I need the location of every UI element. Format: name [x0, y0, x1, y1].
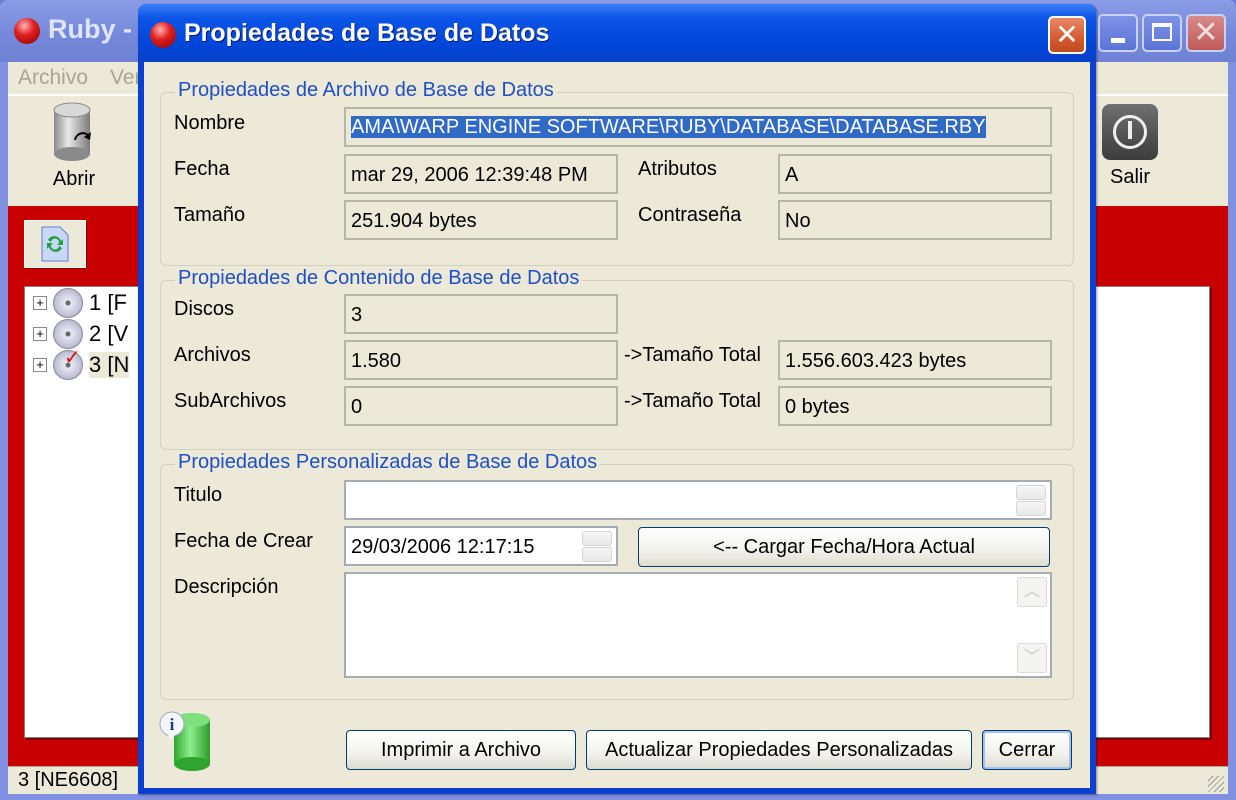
svg-text:i: i [170, 715, 175, 734]
load-current-datetime-button[interactable]: <-- Cargar Fecha/Hora Actual [638, 527, 1050, 567]
subfiles-label: SubArchivos [174, 390, 287, 412]
update-custom-properties-button[interactable]: Actualizar Propiedades Personalizadas [586, 730, 972, 770]
maximize-button[interactable] [1142, 14, 1182, 52]
status-text: 3 [NE6608] [18, 769, 119, 791]
date-field: mar 29, 2006 12:39:48 PM [344, 154, 618, 194]
date-spin-up[interactable] [582, 531, 612, 546]
dialog-titlebar[interactable]: Propiedades de Base de Datos ✕ [138, 4, 1096, 62]
created-date-label: Fecha de Crear [174, 530, 313, 552]
expand-icon[interactable]: + [33, 296, 47, 310]
password-label: Contraseña [638, 204, 742, 226]
name-value: AMA\WARP ENGINE SOFTWARE\RUBY\DATABASE\D… [351, 116, 986, 138]
files-field: 1.580 [344, 340, 618, 380]
dialog-body: Propiedades de Archivo de Base de Datos … [144, 62, 1090, 788]
subfiles-total-size-field: 0 bytes [778, 386, 1052, 426]
file-properties-title: Propiedades de Archivo de Base de Datos [175, 79, 557, 102]
menu-archivo[interactable]: Archivo [18, 66, 88, 90]
title-spin-up[interactable] [1016, 485, 1046, 500]
description-scrollbar[interactable]: ︿ ﹀ [1017, 577, 1047, 673]
attributes-label: Atributos [638, 158, 717, 180]
discs-label: Discos [174, 298, 235, 320]
title-spin-down[interactable] [1016, 501, 1046, 516]
app-logo-icon [14, 18, 40, 44]
exit-button[interactable]: Salir [1100, 104, 1160, 189]
disc-icon [53, 288, 83, 318]
dialog-app-icon [150, 22, 176, 48]
attributes-field: A [778, 154, 1052, 194]
password-field: No [778, 200, 1052, 240]
title-input[interactable] [344, 480, 1052, 520]
disc-checked-icon: ✓ [53, 345, 83, 380]
scroll-up-icon[interactable]: ︿ [1017, 577, 1047, 607]
open-label: Abrir [52, 168, 96, 190]
files-total-size-field: 1.556.603.423 bytes [778, 340, 1052, 380]
open-button[interactable]: Abrir [44, 102, 104, 191]
title-label: Titulo [174, 484, 223, 506]
refresh-document-icon [41, 226, 69, 262]
date-label: Fecha [174, 158, 230, 180]
expand-icon[interactable]: + [33, 327, 47, 341]
name-field[interactable]: AMA\WARP ENGINE SOFTWARE\RUBY\DATABASE\D… [344, 107, 1052, 147]
size-field: 251.904 bytes [344, 200, 618, 240]
discs-field: 3 [344, 294, 618, 334]
expand-icon[interactable]: + [33, 358, 47, 372]
date-spin-down[interactable] [582, 547, 612, 562]
scroll-down-icon[interactable]: ﹀ [1017, 643, 1047, 673]
size-label: Tamaño [174, 204, 246, 226]
created-date-value: 29/03/2006 12:17:15 [351, 536, 535, 558]
database-open-icon [53, 102, 91, 161]
print-to-file-button[interactable]: Imprimir a Archivo [346, 730, 576, 770]
custom-properties-title: Propiedades Personalizadas de Base de Da… [175, 451, 601, 474]
close-button[interactable]: Cerrar [982, 730, 1072, 770]
minimize-button[interactable] [1098, 14, 1138, 52]
subfiles-total-size-label: ->Tamaño Total [624, 390, 761, 412]
tree-item-selected[interactable]: + ✓ 3 [N [33, 345, 130, 381]
dialog-title: Propiedades de Base de Datos [184, 19, 550, 47]
tree-item-label: 1 [F [89, 290, 127, 315]
description-label: Descripción [174, 576, 279, 598]
database-info-icon: i [159, 711, 210, 771]
main-window-title: Ruby - [48, 14, 132, 44]
description-textarea[interactable]: ︿ ﹀ [344, 572, 1052, 678]
exit-label: Salir [1109, 166, 1150, 188]
close-icon: ✕ [1055, 18, 1079, 51]
dialog-close-button[interactable]: ✕ [1048, 16, 1086, 54]
menu-ver[interactable]: Ver [110, 66, 142, 90]
tree-item-label: 2 [V [89, 321, 129, 346]
close-icon: ✕ [1193, 15, 1219, 50]
power-icon [1102, 104, 1158, 160]
tree-item[interactable]: + 1 [F [33, 287, 127, 319]
files-label: Archivos [174, 344, 251, 366]
tree-item-label: 3 [N [89, 352, 130, 378]
name-label: Nombre [174, 112, 246, 134]
subfiles-field: 0 [344, 386, 618, 426]
resize-grip[interactable] [1208, 776, 1224, 792]
minimize-icon [1111, 38, 1125, 43]
created-date-picker[interactable]: 29/03/2006 12:17:15 [344, 526, 618, 566]
maximize-icon [1152, 23, 1172, 41]
files-total-size-label: ->Tamaño Total [624, 344, 761, 366]
refresh-button[interactable] [24, 220, 86, 268]
database-properties-dialog: Propiedades de Base de Datos ✕ Propiedad… [138, 4, 1096, 794]
content-properties-title: Propiedades de Contenido de Base de Dato… [175, 267, 583, 290]
main-close-button[interactable]: ✕ [1186, 14, 1226, 52]
